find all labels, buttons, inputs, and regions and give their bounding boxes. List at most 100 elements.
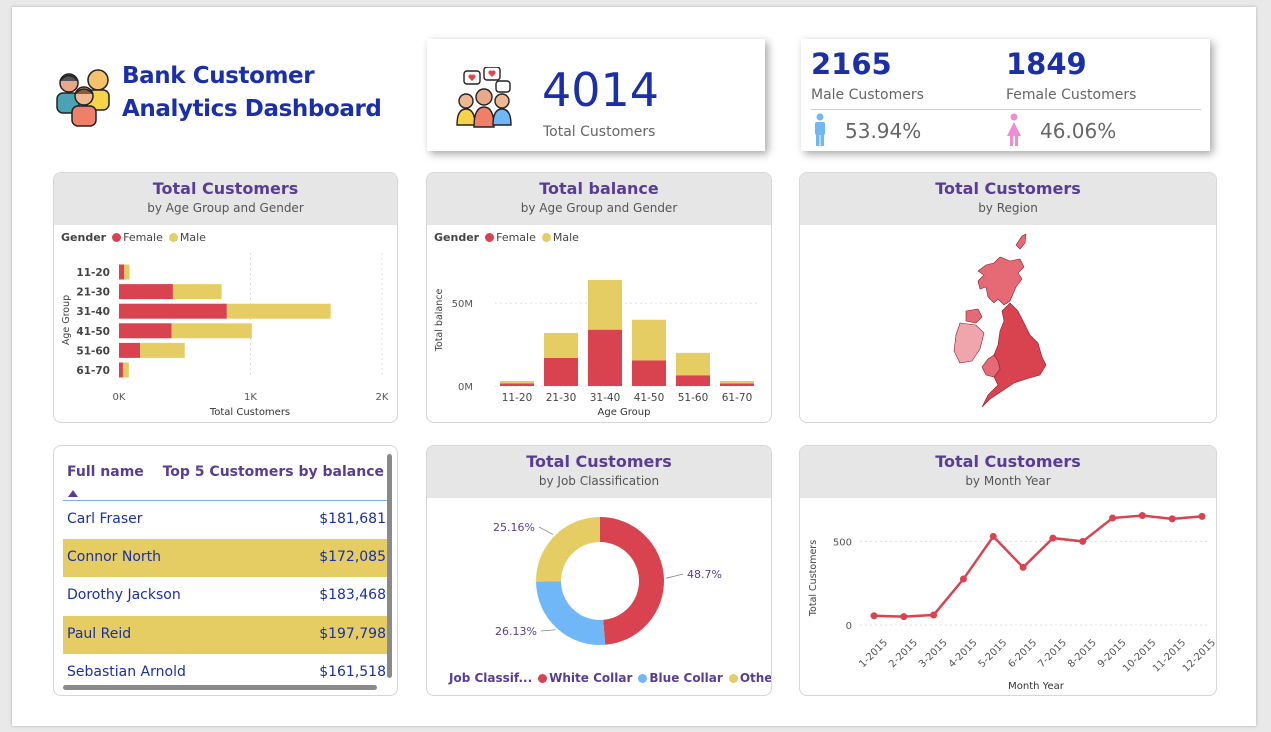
dashboard-title-line2: Analytics Dashboard [122, 96, 382, 122]
age-gender-customers-panel: Total Customers by Age Group and Gender … [53, 172, 398, 423]
horizontal-scrollbar[interactable] [63, 685, 377, 690]
map-region-northern-ireland[interactable] [965, 308, 983, 324]
panel-header: Total Customers by Region [800, 173, 1216, 225]
job-classification-panel: Total Customers by Job Classification 48… [426, 445, 772, 696]
column-female [544, 357, 578, 386]
x-tick-label: 6-2015 [1006, 637, 1039, 670]
column-male [676, 352, 710, 376]
panel-header: Total Customers by Job Classification [427, 446, 771, 498]
line-point [989, 532, 997, 540]
female-customers-value: 1849 [1006, 47, 1087, 81]
sort-ascending-icon[interactable] [68, 482, 78, 501]
x-tick-label: 11-20 [502, 392, 533, 404]
line-point [1109, 514, 1117, 522]
balance-column-chart: 0M 50M 11-20 21-30 31-40 41-50 51-60 61-70 Age G… [434, 279, 759, 418]
column-male [632, 319, 666, 361]
bar-male [226, 303, 331, 319]
legend-swatch-white-collar [538, 674, 548, 683]
x-tick-label: 12-2015 [1181, 637, 1217, 674]
y-tick-label: 0 [846, 621, 852, 632]
x-tick-label: 2-2015 [887, 637, 920, 670]
x-tick-label: 41-50 [634, 392, 665, 404]
col-header-top-balance[interactable]: Top 5 Customers by balance [163, 464, 384, 480]
customer-balance: $172,085 [319, 549, 386, 565]
y-tick-label: 21-30 [76, 287, 110, 299]
bar-female [119, 362, 123, 378]
region-panel: Total Customers by Region [799, 172, 1217, 423]
column-female [720, 383, 754, 386]
column-female [588, 329, 622, 386]
bar-male [124, 264, 130, 280]
legend-swatch-male [541, 233, 551, 242]
legend-female: Female [496, 231, 536, 244]
table-row[interactable]: Carl Fraser $181,681 [63, 501, 387, 539]
column-male [720, 381, 754, 384]
donut-slice-blue-collar [536, 581, 606, 645]
x-tick-label: 31-40 [590, 392, 621, 404]
map-region-ireland[interactable] [953, 322, 985, 364]
region-map[interactable] [950, 231, 1080, 411]
y-axis-label: Total balance [434, 289, 445, 353]
total-customers-card: 4014 Total Customers [427, 39, 765, 151]
data-label: 25.16% [493, 521, 535, 534]
bar-female [119, 303, 227, 319]
y-tick-label: 41-50 [76, 326, 110, 338]
column-male [544, 332, 578, 358]
bar-female [119, 284, 173, 300]
panel-subtitle: by Month Year [965, 474, 1051, 488]
x-axis-label: Total Customers [209, 407, 290, 418]
vertical-scrollbar[interactable] [387, 454, 392, 678]
table-row[interactable]: Dorothy Jackson $183,468 [63, 577, 387, 615]
customer-balance: $197,798 [319, 626, 386, 642]
line-point [900, 613, 908, 621]
customer-name: Sebastian Arnold [67, 664, 186, 680]
legend-swatch-female [112, 233, 122, 242]
female-percentage: 46.06% [1040, 119, 1117, 143]
column-male [500, 381, 534, 384]
line-point [1019, 563, 1027, 571]
line-point [930, 611, 938, 619]
panel-header: Total balance by Age Group and Gender [427, 173, 771, 225]
x-tick-label: 8-2015 [1066, 637, 1099, 670]
col-header-full-name[interactable]: Full name [67, 464, 144, 480]
legend-swatch-other [728, 674, 738, 683]
panel-header: Total Customers by Month Year [800, 446, 1216, 498]
legend-title: Job Classif... [449, 671, 533, 685]
panel-title: Total Customers [935, 452, 1081, 471]
data-label: 48.7% [687, 568, 722, 581]
bar-female [119, 323, 172, 339]
table-row[interactable]: Connor North $172,085 [63, 539, 387, 577]
bar-male [122, 362, 129, 378]
female-customers-label: Female Customers [1006, 87, 1137, 103]
line-series [873, 514, 1203, 618]
table-row[interactable]: Paul Reid $197,798 [63, 616, 387, 654]
total-customers-value: 4014 [542, 63, 660, 117]
customers-group-icon [54, 68, 114, 128]
month-year-panel: Total Customers by Month Year 0 500 1-2015… [799, 445, 1217, 696]
y-tick-label: 500 [833, 537, 852, 548]
data-label: 26.13% [495, 625, 537, 638]
y-tick-label: 61-70 [76, 365, 110, 377]
male-percentage: 53.94% [845, 119, 922, 143]
map-region-england[interactable] [981, 302, 1047, 408]
panel-header: Total Customers by Age Group and Gender [54, 173, 397, 225]
column-female [676, 375, 710, 386]
bar-male [171, 323, 252, 339]
legend-blue-collar: Blue Collar [649, 671, 723, 685]
map-region-scotland[interactable] [977, 233, 1027, 306]
leader-line [540, 629, 556, 632]
customer-name: Carl Fraser [67, 511, 143, 527]
legend-male: Male [552, 231, 579, 244]
panel-subtitle: by Age Group and Gender [520, 201, 678, 215]
male-person-icon [811, 113, 829, 151]
y-tick-label: 50M [452, 299, 473, 310]
gender-legend: Gender Female Male [434, 231, 579, 244]
gender-kpi-card: 2165 Male Customers 1849 Female Customer… [801, 39, 1210, 151]
legend-swatch-female [485, 233, 495, 242]
legend-male: Male [179, 231, 206, 244]
column-male [588, 279, 622, 330]
x-tick-label: 5-2015 [977, 637, 1010, 670]
job-legend: Job Classif... White Collar Blue Collar Oth… [449, 671, 771, 685]
donut-slice-white-collar [600, 517, 664, 645]
legend-white-collar: White Collar [549, 671, 633, 685]
